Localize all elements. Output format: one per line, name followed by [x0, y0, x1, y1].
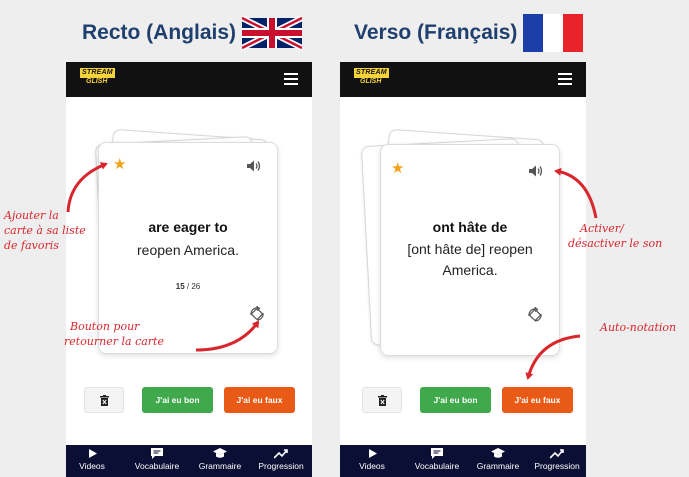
card-sentence-line2: America.	[442, 262, 498, 278]
nav-label: Progression	[258, 461, 304, 471]
menu-icon[interactable]	[558, 73, 572, 85]
bottom-nav: Videos Vocabulaire Grammaire Progression	[66, 445, 312, 477]
annotation-line: de favoris	[4, 239, 59, 252]
nav-label: Vocabulaire	[414, 461, 460, 471]
logo-line1: STREAM	[80, 68, 115, 78]
trash-icon	[377, 394, 387, 406]
annotation-flip: Bouton pour retourner la carte	[64, 319, 164, 349]
annotation-line: Ajouter la	[4, 209, 59, 222]
flip-icon[interactable]	[527, 307, 543, 323]
wrong-answer-button[interactable]: J'ai eu faux	[224, 387, 295, 413]
nav-label: Videos	[359, 461, 385, 471]
play-icon	[88, 449, 97, 458]
nav-label: Grammaire	[198, 461, 242, 471]
wrong-answer-button[interactable]: J'ai eu faux	[502, 387, 573, 413]
streamglish-logo[interactable]: STREAM GLISH	[80, 68, 115, 89]
nav-label: Grammaire	[476, 461, 520, 471]
verso-title-text: Verso (Français)	[354, 21, 518, 44]
card-sentence-line1: [ont hâte de] reopen	[407, 241, 533, 257]
bottom-nav: Videos Vocabulaire Grammaire Progression	[340, 445, 586, 477]
recto-title-text: Recto (Anglais)	[82, 21, 237, 44]
trash-icon	[99, 394, 109, 406]
phone-verso: STREAM GLISH ★ ont hâte de [ont hâte de]…	[340, 62, 586, 477]
play-icon	[368, 449, 377, 458]
france-flag-icon	[523, 14, 584, 52]
annotation-line: Activer/	[580, 222, 624, 235]
annotation-line: désactiver le son	[568, 237, 663, 250]
nav-label: Vocabulaire	[134, 461, 180, 471]
recto-title: Recto (Anglais)	[82, 14, 303, 52]
streamglish-logo[interactable]: STREAM GLISH	[354, 68, 389, 89]
annotation-line: carte à sa liste	[4, 224, 86, 237]
vocabulary-icon	[151, 448, 163, 459]
sound-icon[interactable]	[247, 160, 261, 172]
nav-grammaire[interactable]: Grammaire	[470, 445, 526, 477]
annotation-sound: Activer/ désactiver le son	[568, 221, 662, 251]
nav-vocabulaire[interactable]: Vocabulaire	[126, 445, 188, 477]
nav-label: Progression	[534, 461, 580, 471]
flip-icon[interactable]	[249, 306, 265, 322]
vocabulary-icon	[431, 448, 443, 459]
logo-line2: GLISH	[360, 78, 382, 85]
phone-recto: STREAM GLISH ★ are eager to reopen Ameri…	[66, 62, 312, 477]
card-counter: 15 / 26	[99, 282, 277, 291]
annotation-auto-grading: Auto-notation	[600, 321, 677, 334]
delete-card-button[interactable]	[362, 387, 402, 413]
good-answer-button[interactable]: J'ai eu bon	[142, 387, 213, 413]
good-answer-button[interactable]: J'ai eu bon	[420, 387, 491, 413]
nav-videos[interactable]: Videos	[72, 445, 112, 477]
nav-progression[interactable]: Progression	[252, 445, 310, 477]
counter-current: 15	[175, 282, 185, 291]
trend-icon	[274, 449, 288, 459]
logo-line1: STREAM	[354, 68, 389, 78]
star-icon[interactable]: ★	[391, 161, 404, 176]
counter-total: / 26	[184, 282, 201, 291]
nav-progression[interactable]: Progression	[530, 445, 584, 477]
app-header: STREAM GLISH	[66, 62, 312, 97]
delete-card-button[interactable]	[84, 387, 124, 413]
nav-grammaire[interactable]: Grammaire	[192, 445, 248, 477]
graduation-cap-icon	[213, 448, 227, 458]
trend-icon	[550, 449, 564, 459]
nav-vocabulaire[interactable]: Vocabulaire	[406, 445, 468, 477]
verso-title: Verso (Français)	[354, 14, 584, 52]
nav-label: Videos	[79, 461, 105, 471]
annotation-line: retourner la carte	[64, 335, 164, 348]
star-icon[interactable]: ★	[113, 157, 126, 172]
sound-icon[interactable]	[529, 165, 543, 177]
card-term: are eager to	[148, 219, 228, 235]
card-term: ont hâte de	[432, 219, 508, 235]
logo-line2: GLISH	[86, 78, 108, 85]
uk-flag-icon	[242, 15, 303, 51]
app-header: STREAM GLISH	[340, 62, 586, 97]
graduation-cap-icon	[491, 448, 505, 458]
annotation-line: Bouton pour	[70, 320, 140, 333]
flashcard-back[interactable]: ★ ont hâte de [ont hâte de] reopen Ameri…	[380, 144, 560, 356]
nav-videos[interactable]: Videos	[352, 445, 392, 477]
card-sentence: reopen America.	[137, 242, 239, 258]
menu-icon[interactable]	[284, 73, 298, 85]
annotation-favorites: Ajouter la carte à sa liste de favoris	[4, 208, 86, 253]
